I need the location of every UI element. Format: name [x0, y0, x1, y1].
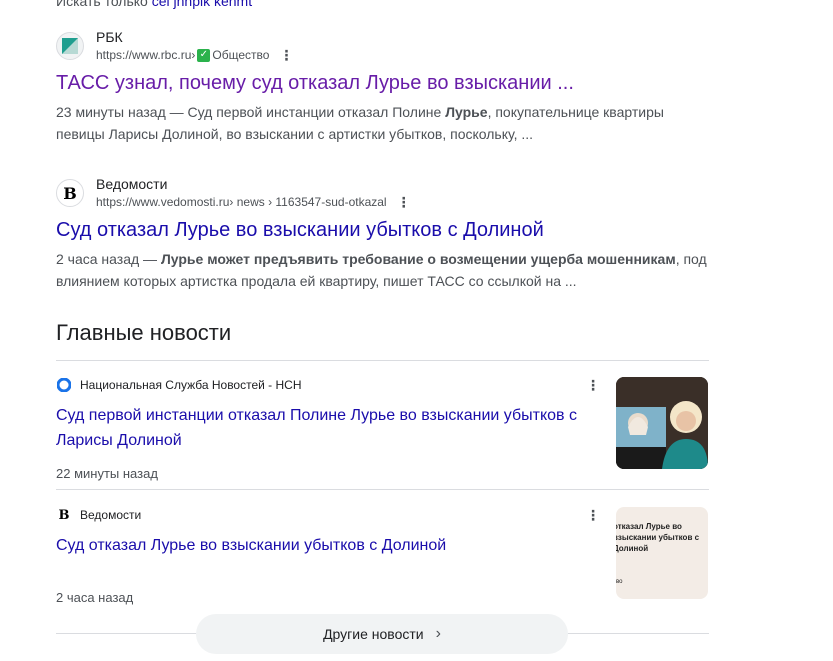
news-thumbnail[interactable]: отказал Лурье во взыскании убытков с Дол… — [616, 507, 708, 599]
divider — [56, 360, 709, 361]
search-result: РБК https://www.rbc.ru › ✓ Общество ⋮ ТАС… — [56, 28, 716, 145]
more-options-icon[interactable]: ⋮ — [397, 195, 411, 209]
news-card[interactable]: Национальная Служба Новостей - НСН ⋮ Суд… — [56, 377, 709, 481]
result-source[interactable]: B Ведомости https://www.vedomosti.ru › n… — [56, 175, 716, 211]
more-options-icon[interactable]: ⋮ — [586, 507, 600, 524]
news-title-link[interactable]: Суд первой инстанции отказал Полине Лурь… — [56, 403, 596, 453]
result-snippet: 2 часа назад — Лурье может предъявить тр… — [56, 251, 707, 289]
section-heading: Главные новости — [56, 320, 232, 345]
thumbnail-text: отказал Лурье во взыскании убытков с Дол… — [616, 522, 700, 553]
result-source-name: РБК — [96, 29, 123, 45]
check-icon: ✓ — [197, 48, 211, 62]
rbc-logo-icon — [56, 32, 84, 60]
result-url: https://www.vedomosti.ru › news › 116354… — [96, 194, 411, 210]
news-title-link[interactable]: Суд отказал Лурье во взыскании убытков с… — [56, 533, 596, 558]
search-result: B Ведомости https://www.vedomosti.ru › n… — [56, 175, 716, 292]
divider — [56, 489, 709, 490]
news-source: Национальная Служба Новостей - НСН — [56, 377, 709, 393]
nsn-logo-icon — [56, 377, 72, 393]
more-options-icon[interactable]: ⋮ — [279, 48, 293, 62]
news-source: B Ведомости — [56, 507, 709, 523]
result-title-link[interactable]: ТАСС узнал, почему суд отказал Лурье во … — [56, 70, 716, 96]
top-cut-link[interactable]: cei jhnpik kehmt — [152, 0, 252, 9]
vedomosti-logo-icon: B — [56, 179, 84, 207]
thumbnail-footer: во — [616, 579, 623, 585]
more-options-icon[interactable]: ⋮ — [586, 377, 600, 394]
result-source-name: Ведомости — [96, 176, 168, 192]
news-time: 22 минуты назад — [56, 466, 158, 481]
news-time: 2 часа назад — [56, 590, 134, 605]
more-news-button[interactable]: Другие новости › — [196, 614, 568, 654]
result-title-link[interactable]: Суд отказал Лурье во взыскании убытков с… — [56, 217, 716, 243]
news-thumbnail[interactable] — [616, 377, 708, 469]
top-cut-text: Искать только cei jhnpik kehmt — [56, 0, 252, 9]
vedomosti-logo-icon: B — [58, 507, 70, 523]
result-url: https://www.rbc.ru › ✓ Общество ⋮ — [96, 47, 294, 63]
result-source[interactable]: РБК https://www.rbc.ru › ✓ Общество ⋮ — [56, 28, 716, 64]
news-card[interactable]: B Ведомости ⋮ Суд отказал Лурье во взыск… — [56, 507, 709, 605]
chevron-right-icon: › — [435, 625, 441, 642]
result-snippet: 23 минуты назад — Суд первой инстанции о… — [56, 104, 664, 142]
